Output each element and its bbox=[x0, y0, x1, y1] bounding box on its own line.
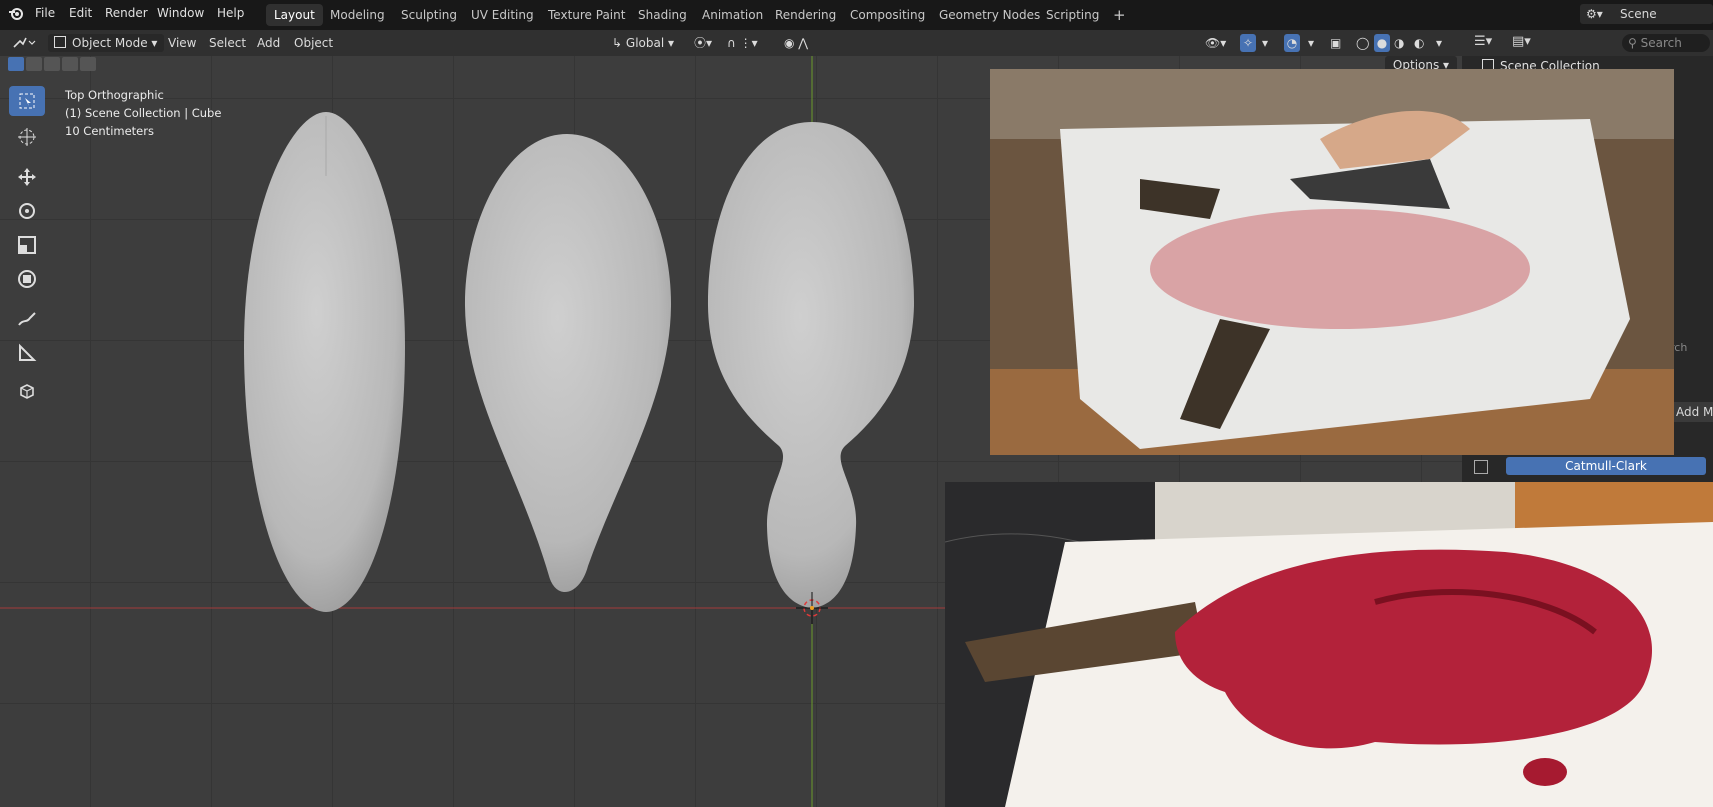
menu-view[interactable]: View bbox=[168, 34, 196, 52]
visibility-icon[interactable]: 👁▾ bbox=[1205, 34, 1226, 52]
tab-geometry-nodes[interactable]: Geometry Nodes bbox=[931, 4, 1048, 26]
select-intersect-icon[interactable] bbox=[80, 57, 96, 71]
outliner-header: ☰▾ ▤▾ ⚲ Search bbox=[1462, 30, 1713, 56]
viewport-header: Object Mode ▾ View Select Add Object ↳ G… bbox=[0, 30, 1462, 56]
mode-dropdown[interactable]: Object Mode ▾ bbox=[48, 34, 164, 52]
tab-compositing[interactable]: Compositing bbox=[842, 4, 933, 26]
xray-icon[interactable]: ▣ bbox=[1330, 34, 1341, 52]
modifier-icon bbox=[1474, 460, 1488, 474]
gizmo-toggle-icon[interactable]: ✧ bbox=[1240, 34, 1256, 52]
subdivision-type-button[interactable]: Catmull-Clark bbox=[1506, 457, 1706, 475]
material-shading-icon[interactable]: ◑ bbox=[1394, 34, 1404, 52]
tab-animation[interactable]: Animation bbox=[694, 4, 771, 26]
scene-selector[interactable]: ⚙▾ Scene bbox=[1580, 4, 1713, 24]
display-mode-icon[interactable]: ▤▾ bbox=[1512, 34, 1531, 49]
menu-edit[interactable]: Edit bbox=[69, 0, 92, 30]
add-modifier-label: Add M bbox=[1676, 405, 1713, 419]
menu-help[interactable]: Help bbox=[217, 0, 244, 30]
menu-select[interactable]: Select bbox=[209, 34, 246, 52]
outliner-search-input[interactable]: ⚲ Search bbox=[1622, 34, 1710, 52]
subdivision-type-label: Catmull-Clark bbox=[1565, 459, 1647, 473]
outliner-editor-icon[interactable]: ☰▾ bbox=[1474, 34, 1492, 49]
chevron-down-icon: ▾ bbox=[151, 36, 158, 50]
tab-scripting[interactable]: Scripting bbox=[1038, 4, 1107, 26]
add-workspace-button[interactable]: + bbox=[1105, 4, 1134, 26]
tab-sculpting[interactable]: Sculpting bbox=[393, 4, 465, 26]
tab-layout[interactable]: Layout bbox=[266, 4, 323, 26]
gizmo-dropdown-icon[interactable]: ▾ bbox=[1262, 34, 1268, 52]
cursor-tool-icon[interactable] bbox=[9, 122, 45, 152]
move-tool-icon[interactable] bbox=[9, 162, 45, 192]
menu-render[interactable]: Render bbox=[105, 0, 148, 30]
tool-shelf bbox=[9, 86, 47, 416]
tab-modeling[interactable]: Modeling bbox=[322, 4, 393, 26]
shading-dropdown-icon[interactable]: ▾ bbox=[1436, 34, 1442, 52]
select-box-tool-icon[interactable] bbox=[9, 86, 45, 116]
collection-info: (1) Scene Collection | Cube bbox=[65, 106, 222, 120]
rotate-tool-icon[interactable] bbox=[9, 196, 45, 226]
select-subtract-icon[interactable] bbox=[44, 57, 60, 71]
add-cube-tool-icon[interactable] bbox=[9, 376, 45, 406]
overlay-toggle-icon[interactable]: ◔ bbox=[1284, 34, 1300, 52]
select-new-icon[interactable] bbox=[8, 57, 24, 71]
orientation-label: Global bbox=[625, 36, 665, 50]
teardrop-mesh bbox=[464, 134, 672, 593]
tab-texture-paint[interactable]: Texture Paint bbox=[540, 4, 633, 26]
reference-photo-bottom bbox=[945, 482, 1713, 807]
annotate-tool-icon[interactable] bbox=[9, 304, 45, 334]
solid-shading-icon[interactable]: ● bbox=[1374, 34, 1390, 52]
tab-uv-editing[interactable]: UV Editing bbox=[463, 4, 542, 26]
ellipse-mesh bbox=[244, 112, 405, 612]
carcass-shape bbox=[1150, 209, 1530, 329]
chevron-down-icon: ▾ bbox=[668, 36, 675, 50]
orientation-icon: ↳ bbox=[612, 36, 623, 50]
menu-add[interactable]: Add bbox=[257, 34, 280, 52]
bulb-mesh bbox=[707, 122, 915, 608]
transform-tool-icon[interactable] bbox=[9, 264, 45, 294]
menu-file[interactable]: File bbox=[35, 0, 55, 30]
scale-tool-icon[interactable] bbox=[9, 230, 45, 260]
select-extend-icon[interactable] bbox=[26, 57, 42, 71]
selection-mode-buttons bbox=[8, 56, 96, 74]
rendered-shading-icon[interactable]: ◐ bbox=[1414, 34, 1424, 52]
select-invert-icon[interactable] bbox=[62, 57, 78, 71]
viewport-info: Top Orthographic (1) Scene Collection | … bbox=[65, 86, 221, 140]
search-icon: ⚲ bbox=[1628, 36, 1637, 50]
grid-scale: 10 Centimeters bbox=[65, 124, 154, 138]
measure-tool-icon[interactable] bbox=[9, 338, 45, 368]
scene-icon: ⚙▾ bbox=[1586, 7, 1603, 21]
blender-logo-icon[interactable] bbox=[8, 0, 26, 30]
tab-shading[interactable]: Shading bbox=[630, 4, 695, 26]
proportional-edit-icon[interactable]: ◉ ⋀ bbox=[784, 34, 808, 52]
object-mode-icon bbox=[54, 36, 66, 48]
scene-name: Scene bbox=[1620, 7, 1657, 21]
tab-rendering[interactable]: Rendering bbox=[767, 4, 844, 26]
top-bar: File Edit Render Window Help Layout Mode… bbox=[0, 0, 1713, 30]
orientation-dropdown[interactable]: ↳ Global ▾ bbox=[606, 34, 696, 52]
search-placeholder: Search bbox=[1640, 36, 1682, 50]
menu-window[interactable]: Window bbox=[157, 0, 204, 30]
mode-label: Object Mode bbox=[72, 36, 148, 50]
reference-photo-top bbox=[990, 69, 1674, 455]
add-modifier-button[interactable]: Add M bbox=[1672, 402, 1713, 422]
pivot-icon[interactable]: ⦿▾ bbox=[694, 34, 712, 52]
snap-icon[interactable]: ∩ ⋮▾ bbox=[727, 34, 758, 52]
view-name: Top Orthographic bbox=[65, 88, 164, 102]
overlay-dropdown-icon[interactable]: ▾ bbox=[1308, 34, 1314, 52]
wireframe-shading-icon[interactable]: ◯ bbox=[1356, 34, 1369, 52]
menu-object[interactable]: Object bbox=[294, 34, 333, 52]
editor-type-icon[interactable] bbox=[12, 34, 38, 52]
